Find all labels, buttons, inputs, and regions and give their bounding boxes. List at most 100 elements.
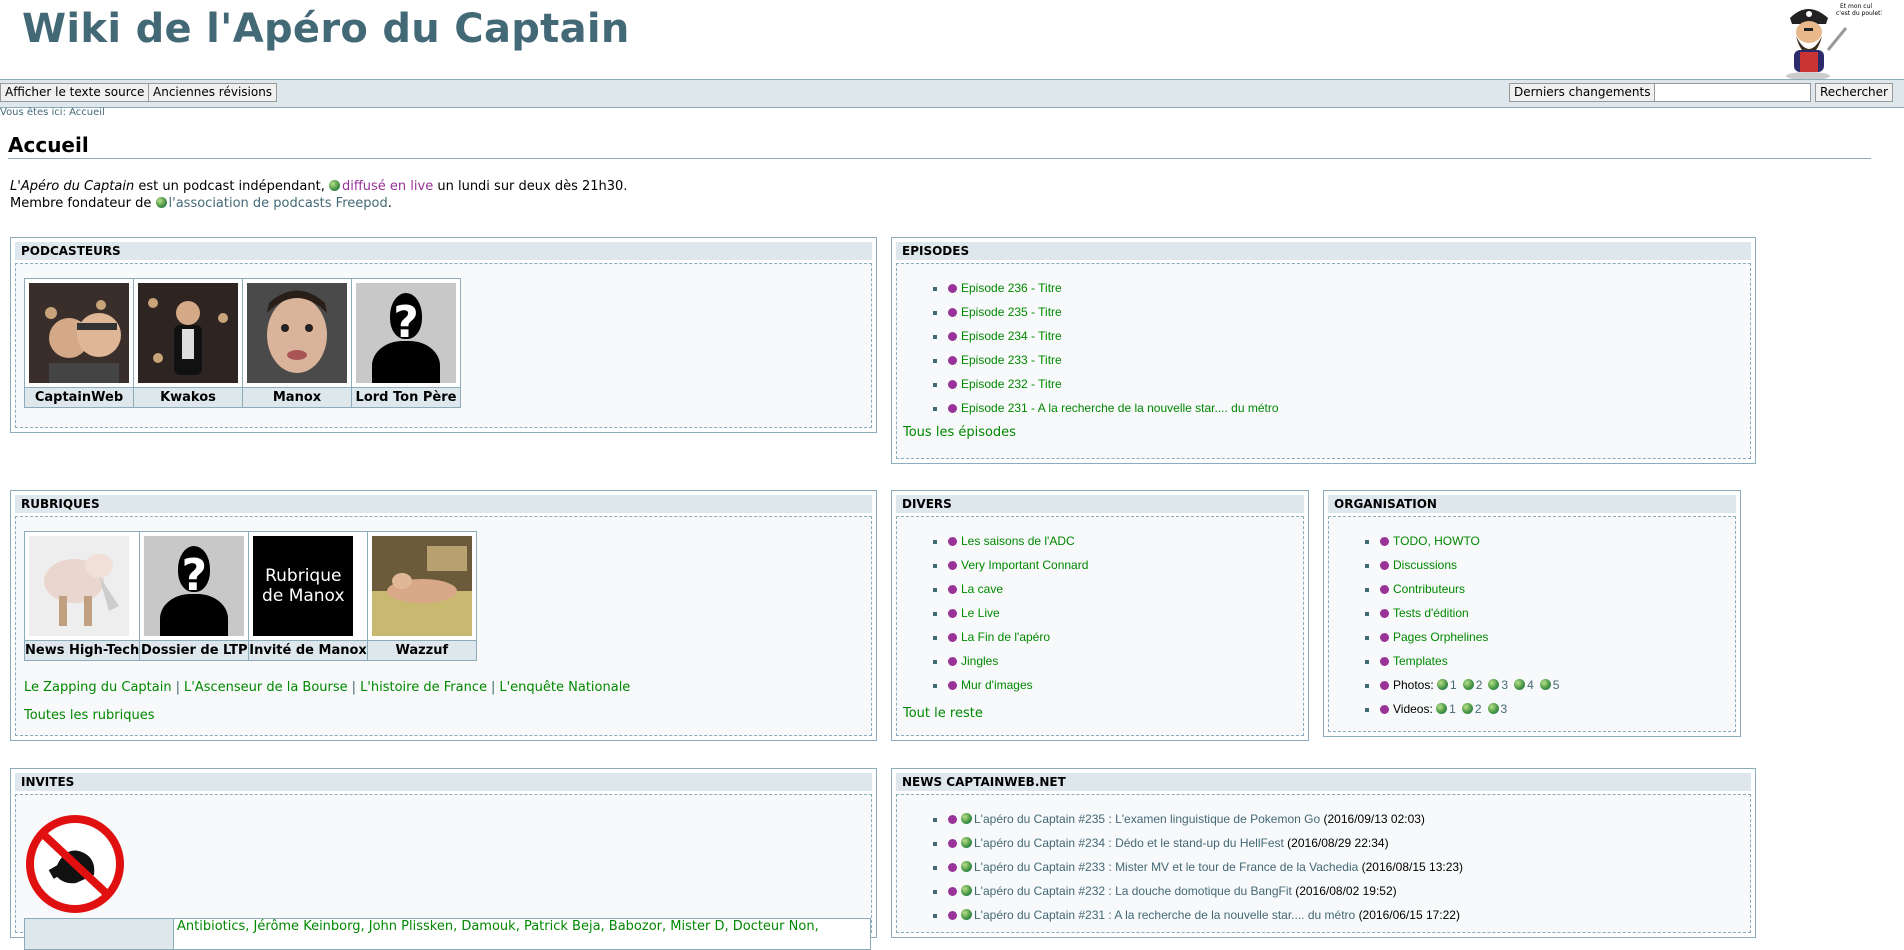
photo-link[interactable]: 3	[1501, 678, 1508, 692]
member-name[interactable]: Kwakos	[133, 387, 243, 408]
episodes-body: Episode 236 - Titre Episode 235 - Titre …	[896, 263, 1751, 459]
breadcrumb-label: Vous êtes ici:	[0, 107, 66, 118]
organisation-title: ORGANISATION	[1328, 495, 1736, 513]
photo-link[interactable]: 1	[1450, 678, 1457, 692]
member-photo-lord-ton-pere[interactable]: ?	[351, 278, 461, 388]
organisation-link[interactable]: TODO, HOWTO	[1393, 534, 1480, 548]
rubriques-table: ? Rubrique de Manox News High-Tech Dossi…	[23, 531, 477, 661]
invites-names[interactable]: Antibiotics, Jérôme Keinborg, John Pliss…	[177, 919, 819, 934]
organisation-link[interactable]: Tests d'édition	[1393, 606, 1469, 620]
globe-icon	[961, 837, 972, 848]
divers-link[interactable]: Very Important Connard	[961, 558, 1088, 572]
podcasteurs-title: PODCASTEURS	[15, 242, 872, 260]
divers-link[interactable]: Mur d'images	[961, 678, 1033, 692]
rubrique-link[interactable]: L'enquête Nationale	[499, 680, 630, 695]
video-link[interactable]: 3	[1501, 702, 1508, 716]
list-item: Discussions	[1329, 553, 1565, 577]
invites-body: Antibiotics, Jérôme Keinborg, John Pliss…	[15, 794, 872, 950]
episode-link[interactable]: Episode 232 - Titre	[961, 377, 1062, 391]
episode-link[interactable]: Episode 235 - Titre	[961, 305, 1062, 319]
rubrique-name[interactable]: Invité de Manox	[248, 640, 368, 661]
video-link[interactable]: 2	[1475, 702, 1482, 716]
member-name[interactable]: Manox	[242, 387, 352, 408]
photos-label: Photos:	[1393, 678, 1434, 692]
divers-body: Les saisons de l'ADC Very Important Conn…	[896, 516, 1304, 736]
divers-link[interactable]: Jingles	[961, 654, 998, 668]
rubrique-image-invite-manox[interactable]: Rubrique de Manox	[248, 531, 368, 641]
recent-changes-button[interactable]: Derniers changements	[1509, 83, 1656, 102]
globe-icon	[1437, 679, 1449, 690]
list-item: Episode 232 - Titre	[897, 372, 1279, 396]
list-item: Episode 231 - A la recherche de la nouve…	[897, 396, 1279, 420]
freepod-link[interactable]: l'association de podcasts Freepod	[169, 196, 388, 211]
news-link[interactable]: L'apéro du Captain #235 : L'examen lingu…	[974, 812, 1320, 826]
search-input[interactable]	[1654, 83, 1811, 102]
member-name[interactable]: Lord Ton Père	[351, 387, 461, 408]
all-episodes-link[interactable]: Tous les épisodes	[903, 425, 1016, 440]
news-link[interactable]: L'apéro du Captain #232 : La douche domo…	[974, 884, 1292, 898]
episode-link[interactable]: Episode 234 - Titre	[961, 329, 1062, 343]
rubrique-link[interactable]: Le Zapping du Captain	[24, 680, 172, 695]
show-name: L'Apéro du Captain	[10, 179, 135, 194]
news-link[interactable]: L'apéro du Captain #231 : A la recherche…	[974, 908, 1355, 922]
rubrique-image-news-high-tech[interactable]	[23, 531, 141, 641]
show-source-button[interactable]: Afficher le texte source	[0, 83, 150, 102]
live-link[interactable]: diffusé en live	[342, 179, 433, 194]
episodes-panel: EPISODES Episode 236 - Titre Episode 235…	[891, 237, 1756, 464]
organisation-link[interactable]: Contributeurs	[1393, 582, 1465, 596]
organisation-panel: ORGANISATION TODO, HOWTO Discussions Con…	[1323, 490, 1741, 737]
member-photo-manox[interactable]	[242, 278, 352, 388]
globe-icon	[961, 813, 972, 824]
divers-link[interactable]: La cave	[961, 582, 1003, 596]
photo-link[interactable]: 5	[1553, 678, 1560, 692]
globe-icon	[1539, 679, 1551, 690]
rubrique-name[interactable]: Wazzuf	[366, 640, 477, 661]
list-item: Episode 236 - Titre	[897, 276, 1279, 300]
globe-icon	[1462, 679, 1474, 690]
list-item: Videos: 1 2 3	[1329, 697, 1565, 721]
search-button[interactable]: Rechercher	[1815, 83, 1893, 102]
rubrique-link[interactable]: L'Ascenseur de la Bourse	[184, 680, 348, 695]
list-item: L'apéro du Captain #234 : Dédo et le sta…	[897, 831, 1463, 855]
video-link[interactable]: 1	[1449, 702, 1456, 716]
news-link[interactable]: L'apéro du Captain #234 : Dédo et le sta…	[974, 836, 1284, 850]
list-item: Episode 233 - Titre	[897, 348, 1279, 372]
member-photo-kwakos[interactable]	[133, 278, 243, 388]
rubrique-image-wazzuf[interactable]	[366, 531, 477, 641]
all-divers-link[interactable]: Tout le reste	[903, 706, 983, 721]
organisation-link[interactable]: Pages Orphelines	[1393, 630, 1488, 644]
divers-link[interactable]: Les saisons de l'ADC	[961, 534, 1075, 548]
old-revisions-button[interactable]: Anciennes révisions	[148, 83, 278, 102]
svg-text:c'est du poulet?: c'est du poulet?	[1836, 10, 1882, 17]
globe-icon	[1487, 703, 1499, 714]
member-name[interactable]: CaptainWeb	[24, 387, 134, 408]
list-item: Very Important Connard	[897, 553, 1088, 577]
rubrique-name[interactable]: Dossier de LTP	[139, 640, 250, 661]
organisation-link[interactable]: Discussions	[1393, 558, 1457, 572]
episode-link[interactable]: Episode 231 - A la recherche de la nouve…	[961, 401, 1279, 415]
breadcrumb-current[interactable]: Accueil	[69, 107, 105, 118]
rubrique-image-dossier-ltp[interactable]: ?	[139, 531, 250, 641]
organisation-list: TODO, HOWTO Discussions Contributeurs Te…	[1329, 529, 1565, 721]
divers-link[interactable]: Le Live	[961, 606, 1000, 620]
logo-caption: Et mon cul	[1840, 3, 1872, 10]
divers-link[interactable]: La Fin de l'apéro	[961, 630, 1050, 644]
list-item: Contributeurs	[1329, 577, 1565, 601]
all-rubriques-link[interactable]: Toutes les rubriques	[24, 708, 155, 723]
episode-link[interactable]: Episode 236 - Titre	[961, 281, 1062, 295]
globe-icon	[155, 197, 167, 208]
news-link[interactable]: L'apéro du Captain #233 : Mister MV et l…	[974, 860, 1358, 874]
episode-link[interactable]: Episode 233 - Titre	[961, 353, 1062, 367]
member-photo-captainweb[interactable]	[24, 278, 134, 388]
organisation-body: TODO, HOWTO Discussions Contributeurs Te…	[1328, 516, 1736, 732]
site-title[interactable]: Wiki de l'Apéro du Captain	[22, 6, 630, 52]
rubrique-name[interactable]: News High-Tech	[23, 640, 141, 661]
news-date: (2016/08/15 13:23)	[1361, 860, 1464, 874]
photo-link[interactable]: 2	[1476, 678, 1483, 692]
divers-panel: DIVERS Les saisons de l'ADC Very Importa…	[891, 490, 1309, 741]
organisation-link[interactable]: Templates	[1393, 654, 1448, 668]
news-date: (2016/08/29 22:34)	[1287, 836, 1389, 850]
list-item: La Fin de l'apéro	[897, 625, 1088, 649]
rubrique-link[interactable]: L'histoire de France	[360, 680, 487, 695]
photo-link[interactable]: 4	[1527, 678, 1534, 692]
